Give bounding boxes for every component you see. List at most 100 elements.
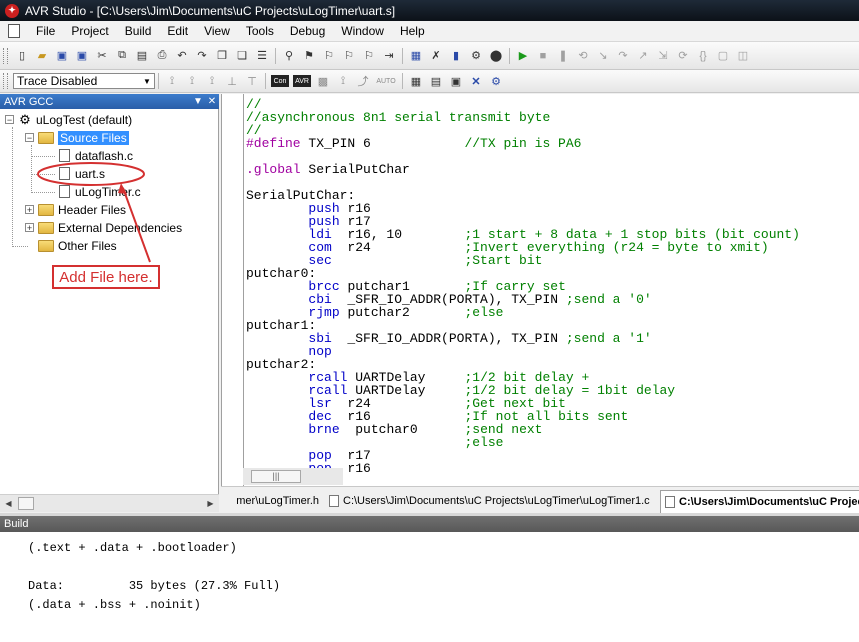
tree-item-project[interactable]: − ⚙ uLogTest (default) bbox=[5, 111, 132, 128]
undo-icon[interactable]: ↶ bbox=[174, 48, 190, 64]
chip-icon[interactable]: ▮ bbox=[448, 48, 464, 64]
redo-icon[interactable]: ↷ bbox=[194, 48, 210, 64]
menu-project[interactable]: Project bbox=[63, 24, 116, 38]
tree-item-file[interactable]: uart.s bbox=[59, 165, 105, 182]
toolbar-grip[interactable] bbox=[3, 47, 8, 64]
build-icon[interactable]: ▦ bbox=[408, 48, 424, 64]
code-editor[interactable]: // //asynchronous 8n1 serial transmit by… bbox=[221, 94, 859, 486]
document-icon[interactable] bbox=[8, 24, 20, 38]
tree-line bbox=[12, 246, 28, 247]
scroll-left-icon[interactable]: ◀ bbox=[2, 497, 15, 510]
debug-icon[interactable]: ⬤ bbox=[488, 48, 504, 64]
menu-view[interactable]: View bbox=[196, 24, 238, 38]
tab-uart-s[interactable]: C:\Users\Jim\Documents\uC Projects\uLogT… bbox=[660, 490, 859, 513]
menu-tools[interactable]: Tools bbox=[238, 24, 282, 38]
tree-item-file[interactable]: uLogTimer.c bbox=[59, 183, 141, 200]
run-to-cursor-icon[interactable]: ⇲ bbox=[655, 48, 671, 64]
tab-ulogtimer1-c[interactable]: C:\Users\Jim\Documents\uC Projects\uLogT… bbox=[325, 490, 655, 512]
code-line[interactable]: #define TX_PIN 6 //TX pin is PA6 bbox=[246, 136, 581, 151]
step-into-icon[interactable]: ↘ bbox=[595, 48, 611, 64]
run-icon[interactable]: ▶ bbox=[515, 48, 531, 64]
trace-up-icon[interactable]: ⊤ bbox=[244, 73, 260, 89]
tree-item-header-files[interactable]: + Header Files bbox=[25, 201, 126, 218]
indent-icon[interactable]: ⇥ bbox=[381, 48, 397, 64]
tree-horizontal-scrollbar[interactable]: ◀ ▶ bbox=[0, 494, 219, 512]
braces-icon[interactable]: {} bbox=[695, 48, 711, 64]
breakpoint-icon[interactable]: ▢ bbox=[715, 48, 731, 64]
windows-icon[interactable]: ❐ bbox=[214, 48, 230, 64]
code-text[interactable]: // //asynchronous 8n1 serial transmit by… bbox=[246, 98, 800, 475]
expand-icon[interactable]: + bbox=[25, 223, 34, 233]
menu-bar: File Project Build Edit View Tools Debug… bbox=[0, 21, 859, 42]
tree-item-source-files[interactable]: − Source Files bbox=[25, 129, 129, 146]
processor-icon[interactable]: ⚙ bbox=[488, 73, 504, 89]
step-out-icon[interactable]: ↗ bbox=[635, 48, 651, 64]
step-over-icon[interactable]: ↷ bbox=[615, 48, 631, 64]
auto-icon[interactable]: AUTO bbox=[375, 73, 397, 89]
collapse-icon[interactable]: − bbox=[5, 115, 14, 125]
tile-icon[interactable]: ❏ bbox=[234, 48, 250, 64]
list-icon[interactable]: ☰ bbox=[254, 48, 270, 64]
trace-select[interactable]: Trace Disabled ▼ bbox=[13, 73, 155, 89]
new-file-icon[interactable]: ▯ bbox=[14, 48, 30, 64]
menu-window[interactable]: Window bbox=[333, 24, 392, 38]
panel-close-icon[interactable]: ✕ bbox=[205, 96, 219, 107]
scroll-right-icon[interactable]: ▶ bbox=[204, 497, 217, 510]
tree-item-file[interactable]: dataflash.c bbox=[59, 147, 133, 164]
project-tree: − ⚙ uLogTest (default) − Source Files da… bbox=[0, 109, 219, 494]
cut-icon[interactable]: ✂ bbox=[94, 48, 110, 64]
menu-debug[interactable]: Debug bbox=[282, 24, 333, 38]
collapse-icon[interactable]: − bbox=[25, 133, 34, 143]
menu-file[interactable]: File bbox=[28, 24, 63, 38]
bookmark-clear-icon[interactable]: ⚐ bbox=[361, 48, 377, 64]
compile-icon[interactable]: ✗ bbox=[428, 48, 444, 64]
pause-icon[interactable]: ❚ bbox=[555, 48, 571, 64]
register-icon[interactable]: ▤ bbox=[428, 73, 444, 89]
toolbar-grip[interactable] bbox=[3, 73, 8, 89]
folder-icon bbox=[38, 239, 54, 252]
memory-icon[interactable]: ▦ bbox=[408, 73, 424, 89]
bookmark-toggle-icon[interactable]: ⚑ bbox=[301, 48, 317, 64]
find-icon[interactable]: ⚲ bbox=[281, 48, 297, 64]
menu-build[interactable]: Build bbox=[117, 24, 160, 38]
tree-item-external-dependencies[interactable]: + External Dependencies bbox=[25, 219, 182, 236]
rebuild-icon[interactable]: ⚙ bbox=[468, 48, 484, 64]
stop-icon[interactable]: ■ bbox=[535, 48, 551, 64]
scroll-thumb[interactable] bbox=[18, 497, 34, 510]
bookmark-prev-icon[interactable]: ⚐ bbox=[341, 48, 357, 64]
con-chip-icon[interactable]: Con bbox=[271, 75, 289, 87]
chip-run-icon[interactable]: ⟟ bbox=[335, 73, 351, 89]
editor-horizontal-scrollbar[interactable]: ||| bbox=[243, 468, 343, 485]
connect-icon[interactable]: ⤴ bbox=[355, 73, 371, 89]
print-icon[interactable]: ⎙ bbox=[154, 48, 170, 64]
chevron-down-icon[interactable]: ▼ bbox=[138, 75, 153, 87]
autostep-icon[interactable]: ⟳ bbox=[675, 48, 691, 64]
open-folder-icon[interactable]: ▰ bbox=[34, 48, 50, 64]
trace-off-icon[interactable]: ⟟ bbox=[184, 73, 200, 89]
trace-clear-icon[interactable]: ⟟ bbox=[204, 73, 220, 89]
code-line[interactable]: .global SerialPutChar bbox=[246, 162, 410, 177]
panel-dropdown-icon[interactable]: ▼ bbox=[191, 96, 205, 107]
code-line[interactable]: //asynchronous 8n1 serial transmit byte bbox=[246, 110, 550, 125]
save-all-icon[interactable]: ▣ bbox=[74, 48, 90, 64]
scroll-thumb[interactable]: ||| bbox=[251, 470, 301, 483]
bookmark-next-icon[interactable]: ⚐ bbox=[321, 48, 337, 64]
watch-icon[interactable]: ◫ bbox=[735, 48, 751, 64]
io-view-icon[interactable]: ▣ bbox=[448, 73, 464, 89]
reset-icon[interactable]: ⟲ bbox=[575, 48, 591, 64]
trace-down-icon[interactable]: ⊥ bbox=[224, 73, 240, 89]
save-icon[interactable]: ▣ bbox=[54, 48, 70, 64]
menu-edit[interactable]: Edit bbox=[159, 24, 196, 38]
avr-chip-icon[interactable]: AVR bbox=[293, 75, 311, 87]
chip-config-icon[interactable]: ▩ bbox=[315, 73, 331, 89]
paste-icon[interactable]: ▤ bbox=[134, 48, 150, 64]
copy-icon[interactable]: ⧉ bbox=[114, 48, 130, 64]
trace-on-icon[interactable]: ⟟ bbox=[164, 73, 180, 89]
close-x-icon[interactable]: ✕ bbox=[468, 73, 484, 89]
menu-help[interactable]: Help bbox=[392, 24, 433, 38]
avr-app-icon[interactable]: ✦ bbox=[5, 3, 19, 18]
build-line: (.data + .bss + .noinit) bbox=[28, 598, 201, 612]
tree-item-other-files[interactable]: Other Files bbox=[38, 237, 117, 254]
tab-ulogtimer-h[interactable]: mer\uLogTimer.h bbox=[221, 490, 323, 512]
expand-icon[interactable]: + bbox=[25, 205, 34, 215]
